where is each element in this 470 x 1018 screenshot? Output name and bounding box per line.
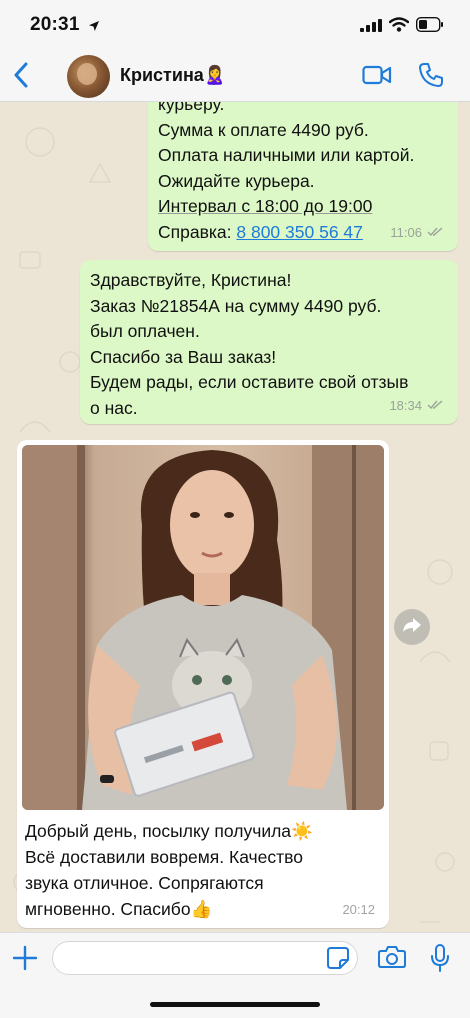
message-meta: 11:06: [390, 220, 444, 246]
message-input[interactable]: [52, 941, 358, 975]
camera-icon[interactable]: [378, 945, 406, 974]
home-indicator: [150, 1002, 320, 1007]
message-line: Сумма к оплате 4490 руб.: [158, 119, 369, 140]
status-time: 20:31: [30, 14, 80, 35]
photo-caption: Добрый день, посылку получила☀️ Всё дост…: [22, 810, 384, 922]
double-check-icon: [427, 220, 444, 246]
phone-icon[interactable]: [418, 62, 444, 93]
forward-icon: [402, 617, 422, 638]
double-check-icon: [427, 393, 444, 419]
message-bubble-outgoing[interactable]: Здравствуйте, Кристина! Заказ №21854А на…: [80, 260, 458, 424]
caption-line: звука отличное. Сопрягаются: [25, 873, 264, 893]
chat-area[interactable]: курьеру. Сумма к оплате 4490 руб. Оплата…: [0, 102, 470, 932]
caption-line: Добрый день, посылку получила☀️: [25, 821, 313, 841]
plus-icon[interactable]: [12, 945, 38, 976]
message-photo[interactable]: [22, 445, 384, 810]
location-arrow-icon: [88, 19, 100, 37]
message-line: курьеру.: [158, 102, 225, 114]
message-line: был оплачен.: [90, 321, 200, 341]
phone-link[interactable]: 8 800 350 56 47: [236, 222, 363, 242]
message-time: 18:34: [389, 397, 422, 413]
message-line: Спасибо за Ваш заказ!: [90, 346, 277, 367]
microphone-icon[interactable]: [430, 943, 450, 978]
contact-name[interactable]: Кристина🙎‍♀️: [120, 65, 226, 86]
message-meta: 20:12: [342, 897, 375, 923]
status-bar: 20:31: [0, 0, 470, 50]
message-time: 20:12: [342, 901, 375, 917]
sticker-icon[interactable]: [326, 946, 350, 975]
message-meta: 18:34: [389, 393, 444, 419]
caption-line: мгновенно. Спасибо👍: [25, 899, 213, 919]
message-time: 11:06: [390, 224, 422, 240]
chat-header: Кристина🙎‍♀️: [0, 50, 470, 102]
caption-line: Всё доставили вовремя. Качество: [25, 847, 304, 867]
reference-label: Справка:: [158, 221, 237, 242]
message-line: Здравствуйте, Кристина!: [90, 270, 292, 290]
message-bubble-incoming[interactable]: Добрый день, посылку получила☀️ Всё дост…: [17, 440, 389, 928]
battery-icon: [415, 16, 444, 37]
photo-illustration: [22, 445, 384, 810]
forward-button[interactable]: [394, 609, 430, 645]
video-call-icon[interactable]: [362, 65, 392, 90]
back-chevron-icon[interactable]: [12, 62, 32, 88]
message-line: Оплата наличными или картой.: [158, 145, 415, 165]
message-line: Заказ №21854А на сумму 4490 руб.: [90, 295, 382, 316]
wifi-icon: [388, 17, 410, 37]
message-line: Интервал с 18:00 до 19:00: [158, 196, 373, 216]
input-bar: [0, 932, 470, 1018]
avatar[interactable]: [67, 55, 110, 98]
signal-icon: [360, 19, 382, 37]
message-bubble-outgoing[interactable]: курьеру. Сумма к оплате 4490 руб. Оплата…: [148, 102, 458, 251]
message-line: Ожидайте курьера.: [158, 170, 315, 191]
